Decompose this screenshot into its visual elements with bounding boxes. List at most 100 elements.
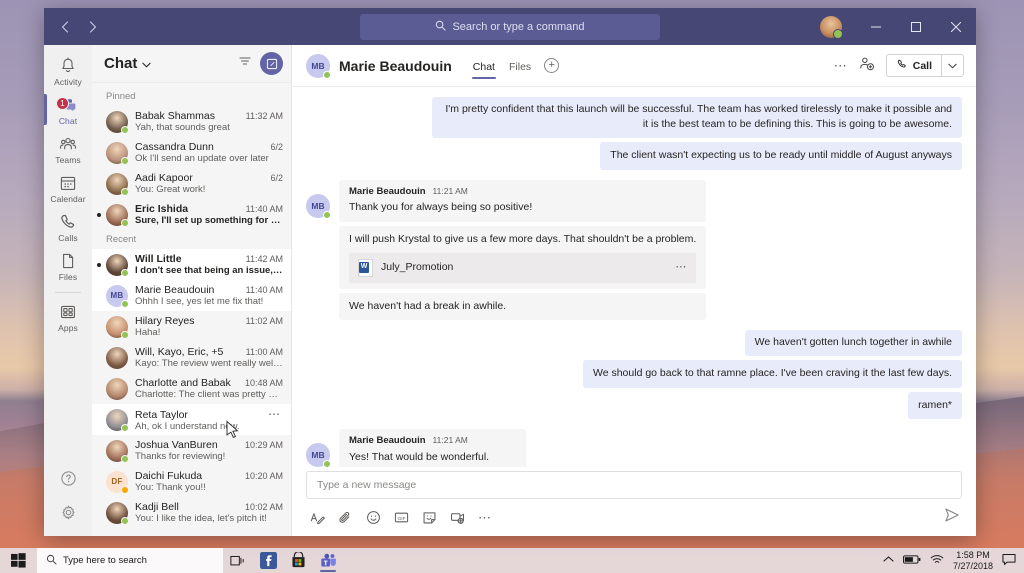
close-button[interactable]	[936, 8, 976, 45]
chat-list-title: Chat	[104, 55, 138, 72]
rail-item-calls[interactable]: Calls	[44, 207, 92, 246]
task-view-icon[interactable]	[223, 548, 253, 573]
presence-indicator	[121, 299, 129, 308]
wifi-icon[interactable]	[930, 554, 944, 568]
chat-list-title-button[interactable]: Chat	[104, 55, 151, 72]
chat-list-item[interactable]: Eric Ishida 11:40 AM Sure, I'll set up som…	[92, 199, 291, 230]
message-list[interactable]: I'm pretty confident that this launch wi…	[292, 87, 976, 467]
search-input[interactable]: Search or type a command	[360, 13, 660, 40]
minimize-button[interactable]	[856, 8, 896, 45]
message-bubble[interactable]: We should go back to that ramne place. I…	[582, 360, 962, 388]
message-bubble[interactable]: We haven't gotten lunch together in awhi…	[744, 330, 962, 357]
call-button[interactable]: Call	[887, 55, 941, 76]
chat-list-item[interactable]: DF Daichi Fukuda 10:20 AM You: Thank you!!	[92, 466, 291, 497]
presence-indicator	[121, 516, 129, 525]
send-icon[interactable]	[944, 507, 960, 528]
chat-list-item[interactable]: Charlotte and Babak 10:48 AM Charlotte: Th…	[92, 373, 291, 404]
message-bubble[interactable]: Marie Beaudouin 11:21 AM Thank you for alw…	[339, 179, 707, 222]
giphy-icon[interactable]: GIF	[394, 510, 409, 525]
add-tab-icon[interactable]: +	[544, 58, 560, 73]
avatar	[106, 253, 129, 277]
maximize-button[interactable]	[896, 8, 936, 45]
sticker-icon[interactable]	[422, 510, 437, 525]
forward-button[interactable]	[80, 14, 106, 40]
show-hidden-icons-icon[interactable]	[883, 555, 894, 566]
rail-item-activity[interactable]: Activity	[44, 51, 92, 90]
chat-list-item-name: Marie Beaudouin	[135, 284, 215, 296]
message-bubble[interactable]: The client wasn't expecting us to be rea…	[600, 142, 962, 170]
rail-item-teams[interactable]: Teams	[44, 129, 92, 168]
chat-list-item[interactable]: Aadi Kapoor 6/2 You: Great work!	[92, 168, 291, 199]
file-attachment[interactable]: July_Promotion ⋯	[349, 252, 697, 283]
help-icon[interactable]	[60, 470, 77, 492]
windows-start-icon[interactable]	[0, 548, 37, 573]
tab-chat[interactable]: Chat	[466, 49, 502, 83]
avatar	[106, 377, 128, 400]
rail-item-files[interactable]: Files	[44, 246, 92, 285]
call-dropdown-button[interactable]	[941, 55, 963, 76]
message-text: We should go back to that ramne place. I…	[592, 367, 952, 380]
chat-list-item-time: 10:02 AM	[244, 502, 283, 512]
rail-item-calendar[interactable]: Calendar	[44, 168, 92, 207]
chat-list-scroll[interactable]: Pinned Babak Shammas 11:32 AM Yah, that sou…	[92, 83, 291, 536]
avatar	[106, 315, 129, 339]
chat-list-item[interactable]: Kadji Bell 10:02 AM You: I like the idea, …	[92, 497, 291, 528]
message-bubble[interactable]: ramen*	[908, 391, 962, 419]
battery-icon[interactable]	[902, 554, 921, 568]
chat-list-item[interactable]: Will Little 11:42 AM I don't see that bein…	[92, 249, 291, 280]
back-button[interactable]	[52, 14, 78, 40]
rail-item-chat[interactable]: 1 Chat	[44, 90, 92, 129]
attach-icon[interactable]	[338, 510, 353, 525]
message-text: Thank you for always being so positive!	[349, 201, 533, 214]
facebook-icon[interactable]	[253, 548, 283, 573]
microsoft-teams-icon[interactable]	[313, 548, 343, 573]
emoji-icon[interactable]	[366, 510, 381, 525]
message-group: We haven't gotten lunch together in awhi…	[306, 330, 962, 419]
rail-label-apps: Apps	[58, 323, 78, 333]
presence-indicator	[121, 454, 129, 463]
chat-list-item-time: 11:02 AM	[245, 316, 283, 326]
chat-list-item[interactable]: Babak Shammas 11:32 AM Yah, that sounds gr…	[92, 106, 291, 137]
presence-indicator	[121, 423, 129, 432]
meet-now-icon[interactable]	[450, 510, 465, 525]
action-center-icon[interactable]	[1002, 553, 1016, 569]
rail-item-apps[interactable]: Apps	[44, 297, 92, 336]
message-bubble[interactable]: I will push Krystal to give us a few mor…	[339, 225, 707, 289]
tab-files[interactable]: Files	[502, 49, 538, 83]
chat-list-item[interactable]: Hilary Reyes 11:02 AM Haha!	[92, 311, 291, 342]
chat-list-item[interactable]: Joshua VanBuren 10:29 AM Thanks for review…	[92, 435, 291, 466]
window-controls	[820, 8, 976, 45]
message-bubble[interactable]: I'm pretty confident that this launch wi…	[432, 97, 962, 139]
chat-list-item-preview: Ok I'll send an update over later	[135, 153, 269, 164]
more-options-icon[interactable]: ⋯	[675, 260, 687, 276]
message-text: Yes! That would be wonderful.	[349, 450, 490, 463]
more-options-icon[interactable]: ⋯	[478, 511, 492, 524]
gear-icon[interactable]	[60, 504, 77, 526]
more-options-icon[interactable]: ⋯	[834, 59, 848, 72]
user-avatar[interactable]	[820, 15, 843, 39]
chat-list-item[interactable]: Cassandra Dunn 6/2 Ok I'll send an update …	[92, 137, 291, 168]
filter-icon[interactable]	[238, 54, 252, 73]
chat-list-item-name: Joshua VanBuren	[135, 439, 218, 451]
message-input[interactable]: Type a new message	[306, 471, 962, 499]
message-bubble[interactable]: We haven't had a break in awhile.	[339, 292, 707, 321]
bell-icon	[58, 56, 78, 76]
message-bubble[interactable]: Marie Beaudouin 11:21 AM Yes! That would b…	[339, 428, 527, 467]
chat-list-item-time: 10:29 AM	[244, 440, 283, 450]
compose-icon[interactable]	[260, 52, 283, 75]
add-people-icon[interactable]	[859, 56, 875, 76]
chat-list-item-meta: Joshua VanBuren 10:29 AM Thanks for review…	[135, 439, 283, 462]
avatar: MB	[306, 53, 331, 79]
chat-list-item[interactable]: Reta Taylor ⋯ Ah, ok I understand now.	[92, 404, 291, 435]
chat-list-item[interactable]: MB Marie Beaudouin 11:40 AM Ohhh I see, yes…	[92, 280, 291, 311]
chat-list-item-name: Babak Shammas	[135, 110, 215, 122]
more-options-icon[interactable]: ⋯	[268, 407, 283, 421]
taskbar-clock[interactable]: 1:58 PM 7/27/2018	[953, 550, 993, 571]
microsoft-store-icon[interactable]	[283, 548, 313, 573]
presence-indicator	[121, 330, 129, 339]
chat-list-item-meta: Will, Kayo, Eric, +5 11:00 AM Kayo: The re…	[135, 346, 283, 369]
message-header: Marie Beaudouin 11:21 AM	[349, 434, 516, 448]
taskbar-search-input[interactable]: Type here to search	[37, 548, 223, 573]
format-icon[interactable]	[310, 510, 325, 525]
chat-list-item[interactable]: Will, Kayo, Eric, +5 11:00 AM Kayo: The re…	[92, 342, 291, 373]
